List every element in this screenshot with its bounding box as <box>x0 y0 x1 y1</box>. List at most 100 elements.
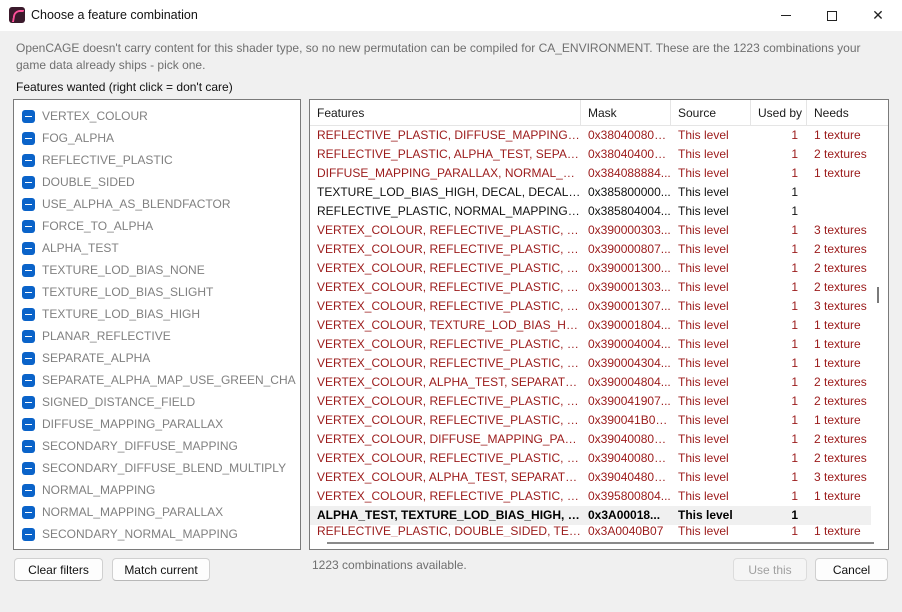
cell-source: This level <box>678 432 729 446</box>
cell-mask: 0x390004004... <box>588 337 671 351</box>
column-header-mask[interactable]: Mask <box>581 100 671 126</box>
feature-label: FOG_ALPHA <box>42 131 115 145</box>
cell-source: This level <box>678 525 729 537</box>
feature-item[interactable]: DOUBLE_SIDED <box>14 171 290 193</box>
table-row[interactable]: ALPHA_TEST, TEXTURE_LOD_BIAS_HIGH, NOR..… <box>310 506 871 525</box>
maximize-button[interactable] <box>809 0 855 31</box>
table-row[interactable]: REFLECTIVE_PLASTIC, DIFFUSE_MAPPING_PARA… <box>310 126 871 145</box>
feature-item[interactable]: SEPARATE_ALPHA_MAP_USE_GREEN_CHA <box>14 369 296 391</box>
indeterminate-checkbox-icon[interactable] <box>22 351 35 365</box>
table-row[interactable]: VERTEX_COLOUR, REFLECTIVE_PLASTIC, TEXTU… <box>310 297 871 316</box>
column-header-needs[interactable]: Needs <box>807 100 867 126</box>
cell-features: VERTEX_COLOUR, REFLECTIVE_PLASTIC, TEXTU… <box>317 413 581 427</box>
column-header-features[interactable]: Features <box>310 100 581 126</box>
indeterminate-checkbox-icon[interactable] <box>22 329 35 343</box>
feature-item[interactable]: FORCE_TO_ALPHA <box>14 215 290 237</box>
feature-item[interactable]: SEPARATE_ALPHA <box>14 347 290 369</box>
feature-item[interactable]: NORMAL_MAPPING_PARALLAX <box>14 501 290 523</box>
cell-features: VERTEX_COLOUR, DIFFUSE_MAPPING_PARALLA..… <box>317 432 581 446</box>
cell-mask: 0x390041907... <box>588 394 671 408</box>
table-row[interactable]: REFLECTIVE_PLASTIC, ALPHA_TEST, SEPARATE… <box>310 145 871 164</box>
minimize-button[interactable] <box>763 0 809 31</box>
feature-item[interactable]: ALPHA_TEST <box>14 237 290 259</box>
table-row[interactable]: VERTEX_COLOUR, TEXTURE_LOD_BIAS_HIGH, N.… <box>310 316 871 335</box>
indeterminate-checkbox-icon[interactable] <box>22 395 35 409</box>
feature-item[interactable]: SECONDARY_DIFFUSE_MAPPING <box>14 435 290 457</box>
table-row[interactable]: VERTEX_COLOUR, ALPHA_TEST, SEPARATE_ALP.… <box>310 468 871 487</box>
table-row[interactable]: VERTEX_COLOUR, DIFFUSE_MAPPING_PARALLA..… <box>310 430 871 449</box>
cell-mask: 0x390004804... <box>588 375 671 389</box>
indeterminate-checkbox-icon[interactable] <box>22 219 35 233</box>
feature-item[interactable]: SECONDARY_DIFFUSE_BLEND_MULTIPLY <box>14 457 290 479</box>
feature-item[interactable]: USE_ALPHA_AS_BLENDFACTOR <box>14 193 290 215</box>
indeterminate-checkbox-icon[interactable] <box>22 109 35 123</box>
table-row[interactable]: REFLECTIVE_PLASTIC, NORMAL_MAPPING, SPE.… <box>310 202 871 221</box>
cell-used-by: 1 <box>791 489 798 503</box>
cell-mask: 0x38040080C... <box>588 128 671 142</box>
indeterminate-checkbox-icon[interactable] <box>22 505 35 519</box>
cell-needs: 2 textures <box>814 451 867 465</box>
use-this-button[interactable]: Use this <box>733 558 807 581</box>
feature-item[interactable]: SIGNED_DISTANCE_FIELD <box>14 391 290 413</box>
cell-used-by: 1 <box>791 470 798 484</box>
match-current-button[interactable]: Match current <box>112 558 210 581</box>
indeterminate-checkbox-icon[interactable] <box>22 197 35 211</box>
table-row[interactable]: DIFFUSE_MAPPING_PARALLAX, NORMAL_MAP... 0… <box>310 164 871 183</box>
cell-used-by: 1 <box>791 166 798 180</box>
indeterminate-checkbox-icon[interactable] <box>22 263 35 277</box>
column-header-used-by[interactable]: Used by <box>751 100 807 126</box>
table-row[interactable]: VERTEX_COLOUR, REFLECTIVE_PLASTIC, TEXTU… <box>310 411 871 430</box>
table-row[interactable]: VERTEX_COLOUR, REFLECTIVE_PLASTIC, NORM.… <box>310 354 871 373</box>
table-row[interactable]: VERTEX_COLOUR, ALPHA_TEST, SEPARATE_ALP.… <box>310 373 871 392</box>
cell-source: This level <box>678 318 729 332</box>
indeterminate-checkbox-icon[interactable] <box>22 417 35 431</box>
table-row[interactable]: VERTEX_COLOUR, REFLECTIVE_PLASTIC, SPECU… <box>310 487 871 506</box>
cell-used-by: 1 <box>791 299 798 313</box>
indeterminate-checkbox-icon[interactable] <box>22 285 35 299</box>
table-row[interactable]: VERTEX_COLOUR, REFLECTIVE_PLASTIC, TEXTU… <box>310 392 871 411</box>
table-row[interactable]: VERTEX_COLOUR, REFLECTIVE_PLASTIC, TEXTU… <box>310 221 871 240</box>
feature-item[interactable]: VERTEX_COLOUR <box>14 105 290 127</box>
cell-features: VERTEX_COLOUR, REFLECTIVE_PLASTIC, TEXTU… <box>317 242 581 256</box>
feature-item[interactable]: REFLECTIVE_PLASTIC <box>14 149 290 171</box>
feature-item[interactable]: TEXTURE_LOD_BIAS_SLIGHT <box>14 281 290 303</box>
indeterminate-checkbox-icon[interactable] <box>22 373 35 387</box>
indeterminate-checkbox-icon[interactable] <box>22 439 35 453</box>
indeterminate-checkbox-icon[interactable] <box>22 527 35 541</box>
cell-mask: 0x390000807... <box>588 242 671 256</box>
feature-item[interactable]: NORMAL_MAPPING <box>14 479 290 501</box>
feature-item[interactable]: FOG_ALPHA <box>14 127 290 149</box>
feature-item[interactable]: TEXTURE_LOD_BIAS_NONE <box>14 259 290 281</box>
indeterminate-checkbox-icon[interactable] <box>22 131 35 145</box>
table-row[interactable]: VERTEX_COLOUR, REFLECTIVE_PLASTIC, DIFFU… <box>310 449 871 468</box>
indeterminate-checkbox-icon[interactable] <box>22 461 35 475</box>
column-header-source[interactable]: Source <box>671 100 751 126</box>
indeterminate-checkbox-icon[interactable] <box>22 307 35 321</box>
indeterminate-checkbox-icon[interactable] <box>22 175 35 189</box>
table-row[interactable]: VERTEX_COLOUR, REFLECTIVE_PLASTIC, TEXTU… <box>310 259 871 278</box>
table-row[interactable]: VERTEX_COLOUR, REFLECTIVE_PLASTIC, TEXTU… <box>310 278 871 297</box>
feature-item[interactable]: TEXTURE_LOD_BIAS_HIGH <box>14 303 290 325</box>
indeterminate-checkbox-icon[interactable] <box>22 483 35 497</box>
table-row[interactable]: REFLECTIVE_PLASTIC, DOUBLE_SIDED, TEXTUR… <box>310 525 871 537</box>
cell-used-by: 1 <box>791 185 798 199</box>
clear-filters-button[interactable]: Clear filters <box>14 558 103 581</box>
feature-item[interactable]: SECONDARY_NORMAL_MAPPING <box>14 523 290 545</box>
table-vertical-scrollbar[interactable] <box>877 287 879 303</box>
table-row[interactable]: TEXTURE_LOD_BIAS_HIGH, DECAL, DECAL_DIFF… <box>310 183 871 202</box>
table-row[interactable]: VERTEX_COLOUR, REFLECTIVE_PLASTIC, SPECU… <box>310 335 871 354</box>
cancel-button[interactable]: Cancel <box>815 558 888 581</box>
feature-item[interactable]: PLANAR_REFLECTIVE <box>14 325 290 347</box>
feature-filter-list[interactable]: VERTEX_COLOUR FOG_ALPHA REFLECTIVE_PLASTIC… <box>13 99 301 550</box>
close-button[interactable]: ✕ <box>855 0 901 31</box>
table-row[interactable]: VERTEX_COLOUR, REFLECTIVE_PLASTIC, TEXTU… <box>310 240 871 259</box>
combinations-table[interactable]: Features Mask Source Used by Needs REFLE… <box>309 99 889 550</box>
indeterminate-checkbox-icon[interactable] <box>22 241 35 255</box>
cell-used-by: 1 <box>791 413 798 427</box>
feature-label: SECONDARY_DIFFUSE_BLEND_MULTIPLY <box>42 461 287 475</box>
feature-label: DOUBLE_SIDED <box>42 175 135 189</box>
feature-item[interactable]: DIFFUSE_MAPPING_PARALLAX <box>14 413 290 435</box>
indeterminate-checkbox-icon[interactable] <box>22 153 35 167</box>
table-horizontal-scrollbar[interactable] <box>327 542 874 544</box>
cell-mask: 0x39040480C... <box>588 470 671 484</box>
